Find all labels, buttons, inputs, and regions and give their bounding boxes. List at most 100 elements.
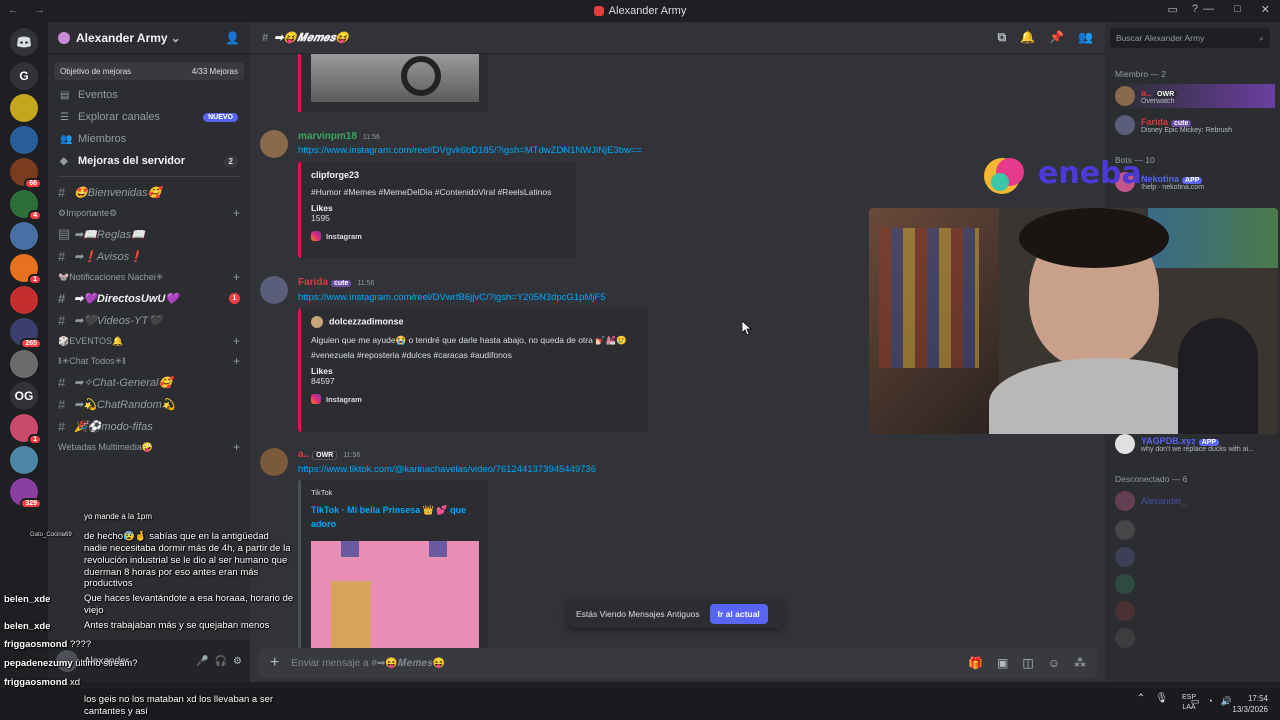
message-link[interactable]: https://www.tiktok.com/@karinachavelas/v… <box>298 464 596 475</box>
member-item[interactable]: YAGPDB.xyz APP why don't we replace ducks … <box>1115 432 1275 456</box>
server-12[interactable]: 329 <box>10 478 42 509</box>
server-10[interactable]: 1 <box>10 414 42 445</box>
clock[interactable]: 17:54 13/3/2026 <box>1232 693 1268 715</box>
avatar[interactable] <box>260 130 288 158</box>
stream-chat-line: ???? <box>69 639 92 650</box>
avatar[interactable] <box>260 276 288 304</box>
stream-chat-user: Gato_Cocina69 <box>30 532 72 538</box>
server-icon <box>593 6 604 16</box>
member-item[interactable]: a.. OWR Overwatch <box>1115 84 1275 108</box>
embed-title[interactable]: TikTok · Mi bella Prinsesa 👑 💕 que adoro <box>311 503 478 531</box>
message-link[interactable]: https://www.instagram.com/reel/DVwrfB6jj… <box>298 292 606 303</box>
add-channel-icon[interactable]: + <box>233 354 240 368</box>
nav-members[interactable]: 👥 Miembros <box>48 128 250 150</box>
channel-avisos[interactable]: # ➡❗Avisos❗ <box>48 245 250 267</box>
server-2[interactable] <box>10 126 38 154</box>
add-channel-icon[interactable]: + <box>233 206 240 220</box>
add-channel-icon[interactable]: + <box>233 440 240 454</box>
boost-goal[interactable]: Objetivo de mejoras 4/33 Mejoras <box>54 62 244 80</box>
member-status: Disney Epic Mickey: Rebrush <box>1141 126 1233 134</box>
nav-boosts[interactable]: ◆ Mejoras del servidor 2 <box>48 150 250 172</box>
old-messages-bar: Estás Viendo Mensajes Antiguos Ir al act… <box>568 600 783 628</box>
member-item[interactable] <box>1115 545 1275 569</box>
volume-icon[interactable]: 🔊 <box>1221 696 1232 707</box>
stream-chat-user: belen_xde <box>4 594 51 605</box>
member-item[interactable] <box>1115 572 1275 596</box>
bell-icon[interactable]: 🔔 <box>1020 30 1035 45</box>
nav-browse[interactable]: ☰ Explorar canales NUEVO <box>48 106 250 128</box>
server-1[interactable] <box>10 94 38 122</box>
channel-reglas[interactable]: ▤ ➡📖Reglas📖 <box>48 223 250 245</box>
channel-directos[interactable]: # ➡💜DirectosUwU💜 1 <box>48 287 250 309</box>
channel-videos[interactable]: # ➡🖤Videos-YT🖤 <box>48 309 250 331</box>
stream-chat-line: productivos <box>84 578 133 589</box>
inbox-icon[interactable]: ▭ <box>1167 3 1177 16</box>
server-header[interactable]: Alexander Army ⌄ 👤 <box>48 22 250 54</box>
category-label: 🐭Notificaciones Nachei✳ <box>58 271 164 282</box>
gift-icon[interactable]: 🎁 <box>968 656 983 670</box>
embed-author[interactable]: dolcezzadimonse <box>311 316 638 328</box>
channel-label: ➡🖤Videos-YT🖤 <box>74 314 162 327</box>
wifi-icon[interactable]: ◔ <box>1207 696 1212 707</box>
minimize-button[interactable]: — <box>1203 3 1214 16</box>
stream-chat-entry: pepadenezumy último stream? <box>4 658 138 669</box>
member-item[interactable] <box>1115 518 1275 542</box>
server-4[interactable]: 4 <box>10 190 42 221</box>
embed-thumbnail[interactable] <box>311 541 479 651</box>
member-item[interactable]: Alexander_ <box>1115 489 1275 513</box>
image-embed[interactable] <box>298 54 488 112</box>
channel-chat-general[interactable]: # ➡✧Chat-General🥰 <box>48 371 250 393</box>
message-link[interactable]: https://www.instagram.com/reel/DVgvk6bD1… <box>298 145 642 156</box>
server-8[interactable]: 265 <box>10 318 42 349</box>
chevron-up-icon[interactable]: ⌃ <box>1137 693 1145 704</box>
pin-icon[interactable]: 📌 <box>1049 30 1064 45</box>
add-channel-icon[interactable]: + <box>233 334 240 348</box>
server-g[interactable]: G <box>10 62 38 90</box>
member-item[interactable] <box>1115 599 1275 623</box>
add-member-icon[interactable]: 👤 <box>225 31 240 45</box>
sticker-icon[interactable]: ◫ <box>1022 656 1033 670</box>
discord-home-icon[interactable] <box>10 28 38 56</box>
message: a.. OWR 11:56 https://www.tiktok.com/@kari… <box>250 448 1105 670</box>
search-input[interactable]: Buscar Alexander Army ⌕ <box>1110 28 1270 48</box>
category-webadas[interactable]: Webadas Multimedia🤪 + <box>48 437 250 457</box>
server-3[interactable]: 66 <box>10 158 42 189</box>
server-5[interactable] <box>10 222 38 250</box>
avatar[interactable] <box>260 448 288 476</box>
mic-tray-icon[interactable]: 🎙 <box>1155 693 1168 704</box>
channel-chat-random[interactable]: # ➡💫ChatRandom💫 <box>48 393 250 415</box>
embed-author[interactable]: clipforge23 <box>311 170 566 180</box>
apps-icon[interactable]: ⁂ <box>1074 656 1086 670</box>
server-9[interactable] <box>10 350 38 378</box>
message-author[interactable]: Farida cute 11:56 <box>298 277 374 288</box>
emoji-icon[interactable]: ☺ <box>1048 656 1060 670</box>
server-7[interactable] <box>10 286 38 314</box>
member-list-icon[interactable]: 👥 <box>1078 30 1093 45</box>
server-og[interactable]: OG <box>10 382 38 410</box>
back-forward-arrows[interactable]: ← → <box>8 4 51 16</box>
server-11[interactable] <box>10 446 38 474</box>
member-item[interactable] <box>1115 626 1275 650</box>
jump-to-present-button[interactable]: Ir al actual <box>709 604 768 624</box>
message-author[interactable]: marvinpm18 11:56 <box>298 131 380 142</box>
maximize-button[interactable]: □ <box>1234 3 1241 16</box>
help-icon[interactable]: ? <box>1192 3 1198 16</box>
nav-events[interactable]: ▤ Eventos <box>48 84 250 106</box>
channel-bienvenidas[interactable]: # 🤩Bienvenidas🥰 <box>48 181 250 203</box>
server-6[interactable]: 1 <box>10 254 42 285</box>
category-notificaciones[interactable]: 🐭Notificaciones Nachei✳ + <box>48 267 250 287</box>
channel-modo-fifas[interactable]: # 🎉⚽modo-fifas <box>48 415 250 437</box>
category-label: 🎲EVENTOS🔔 <box>58 335 124 346</box>
add-channel-icon[interactable]: + <box>233 270 240 284</box>
category-importante[interactable]: ⚙Importante⚙ + <box>48 203 250 223</box>
close-button[interactable]: ✕ <box>1261 3 1270 16</box>
category-eventos[interactable]: 🎲EVENTOS🔔 + <box>48 331 250 351</box>
gif-icon[interactable]: ▣ <box>997 656 1008 670</box>
stream-chat-line: revolución industrial se le dio al ser h… <box>84 555 288 566</box>
message-author[interactable]: a.. OWR 11:56 <box>298 449 360 460</box>
monitor-icon[interactable]: ▭ <box>1191 696 1200 707</box>
category-chat[interactable]: ‖✳Chat Todos✳‖ + <box>48 351 250 371</box>
member-item[interactable]: Farida cute Disney Epic Mickey: Rebrush <box>1115 113 1275 137</box>
embed-image[interactable] <box>311 54 479 102</box>
threads-icon[interactable]: ⧉ <box>998 30 1007 45</box>
